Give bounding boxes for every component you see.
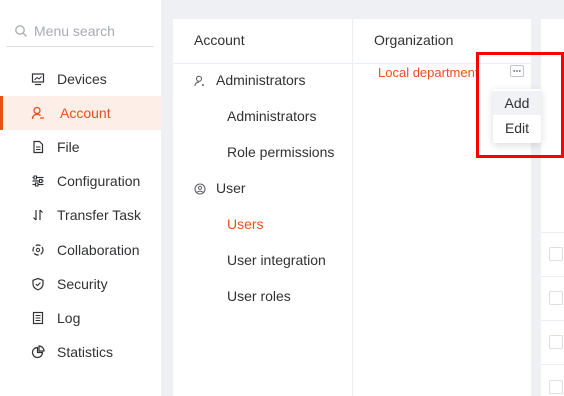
- organization-panel-title: Organization: [374, 32, 454, 48]
- sidebar-item-account[interactable]: Account: [0, 96, 161, 130]
- log-icon: [31, 311, 45, 325]
- file-icon: [31, 140, 45, 154]
- sidebar-item-label: Transfer Task: [57, 207, 142, 223]
- sidebar-item-devices[interactable]: Devices: [0, 62, 161, 96]
- table-divider: [541, 232, 564, 233]
- tree-group-administrators[interactable]: Administrators: [216, 72, 305, 88]
- sidebar-item-label: Security: [57, 276, 108, 292]
- table-divider: [541, 320, 564, 321]
- table-divider: [541, 364, 564, 365]
- org-node-local-department[interactable]: Local department: [378, 65, 478, 80]
- row-checkbox[interactable]: [549, 291, 563, 305]
- sliders-icon: [31, 174, 45, 188]
- sidebar-item-label: Devices: [57, 71, 107, 87]
- sidebar-item-log[interactable]: Log: [0, 301, 161, 335]
- sidebar-item-statistics[interactable]: Statistics: [0, 335, 161, 369]
- more-button[interactable]: [510, 65, 524, 77]
- sidebar-item-label: Account: [60, 105, 111, 121]
- sidebar-item-label: Statistics: [57, 344, 114, 360]
- sidebar-item-security[interactable]: Security: [0, 267, 161, 301]
- row-checkbox[interactable]: [549, 247, 563, 261]
- sidebar-item-label: Configuration: [57, 173, 141, 189]
- collaboration-icon: [31, 243, 45, 257]
- table-divider: [541, 276, 564, 277]
- tree-item-users[interactable]: Users: [227, 216, 264, 232]
- tree-group-user[interactable]: User: [216, 180, 246, 196]
- shield-icon: [31, 277, 45, 291]
- header-divider: [173, 63, 352, 64]
- monitor-icon: [31, 72, 45, 86]
- dropdown-item-add[interactable]: Add: [493, 91, 541, 115]
- user-circle-icon: [194, 182, 206, 195]
- tree-item-user-integration[interactable]: User integration: [227, 252, 326, 268]
- sidebar-item-label: Log: [57, 310, 81, 326]
- tree-item-administrators[interactable]: Administrators: [227, 108, 316, 124]
- admin-icon: [194, 74, 206, 87]
- account-panel-title: Account: [194, 32, 245, 48]
- transfer-icon: [31, 208, 45, 222]
- row-checkbox[interactable]: [549, 335, 563, 349]
- org-node-dropdown-menu: Add Edit: [493, 89, 541, 143]
- sidebar-item-transfer-task[interactable]: Transfer Task: [0, 198, 161, 232]
- pie-chart-icon: [31, 345, 45, 359]
- dropdown-item-edit[interactable]: Edit: [493, 116, 541, 140]
- search-icon: [14, 24, 28, 38]
- sidebar: Devices Account File Configuration Trans…: [0, 0, 161, 396]
- account-panel: Account Administrators Administrators Ro…: [173, 19, 353, 396]
- sidebar-item-label: Collaboration: [57, 242, 140, 258]
- sidebar-item-label: File: [57, 139, 80, 155]
- tree-item-user-roles[interactable]: User roles: [227, 288, 291, 304]
- tree-item-role-permissions[interactable]: Role permissions: [227, 144, 334, 160]
- more-icon: [513, 69, 521, 73]
- menu-search-input[interactable]: [34, 20, 149, 42]
- sidebar-item-file[interactable]: File: [0, 130, 161, 164]
- menu-search: [6, 16, 154, 47]
- sidebar-item-collaboration[interactable]: Collaboration: [0, 233, 161, 267]
- organization-panel: Organization Local department: [353, 19, 531, 396]
- row-checkbox[interactable]: [549, 380, 563, 394]
- user-icon: [31, 106, 45, 120]
- header-divider: [353, 63, 531, 64]
- sidebar-item-configuration[interactable]: Configuration: [0, 164, 161, 198]
